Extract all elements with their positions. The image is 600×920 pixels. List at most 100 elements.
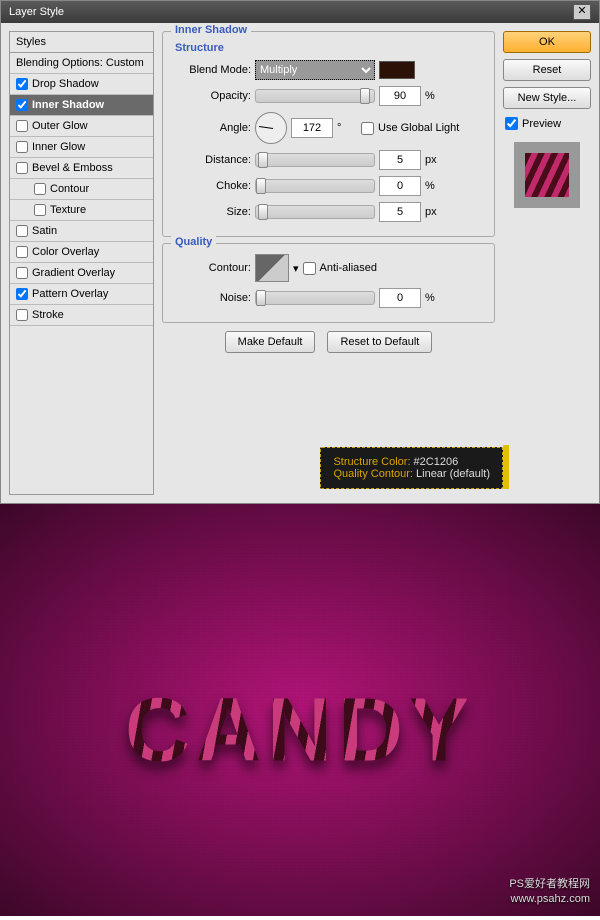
contour-picker[interactable] xyxy=(255,254,289,282)
style-label: Stroke xyxy=(32,309,64,321)
style-label: Bevel & Emboss xyxy=(32,162,113,174)
tooltip-tab xyxy=(503,445,509,489)
style-checkbox[interactable] xyxy=(34,183,46,195)
opacity-input[interactable]: 90 xyxy=(379,86,421,106)
style-checkbox[interactable] xyxy=(34,204,46,216)
layer-style-dialog: Layer Style ✕ Styles Blending Options: C… xyxy=(0,0,600,504)
action-panel: OK Reset New Style... Preview xyxy=(503,31,591,495)
annotation-tooltip: Structure Color: #2C1206 Quality Contour… xyxy=(320,447,503,489)
candy-text: CANDY xyxy=(125,679,475,782)
blend-mode-label: Blend Mode: xyxy=(171,64,251,76)
styles-row-outer-glow[interactable]: Outer Glow xyxy=(10,116,153,137)
size-unit: px xyxy=(425,206,445,218)
distance-unit: px xyxy=(425,154,445,166)
quality-fieldset: Quality Contour: ▾ Anti-aliased Noise: 0… xyxy=(162,243,495,323)
styles-row-color-overlay[interactable]: Color Overlay xyxy=(10,242,153,263)
watermark: PS爱好者教程网 www.psahz.com xyxy=(509,877,590,906)
noise-slider[interactable] xyxy=(255,291,375,305)
choke-label: Choke: xyxy=(171,180,251,192)
styles-row-stroke[interactable]: Stroke xyxy=(10,305,153,326)
use-global-light-checkbox[interactable] xyxy=(361,122,374,135)
styles-row-bevel-emboss[interactable]: Bevel & Emboss xyxy=(10,158,153,179)
contour-row: Contour: ▾ Anti-aliased xyxy=(171,254,486,282)
preview-checkbox[interactable] xyxy=(505,117,518,130)
style-checkbox[interactable] xyxy=(16,99,28,111)
styles-row-gradient-overlay[interactable]: Gradient Overlay xyxy=(10,263,153,284)
style-checkbox[interactable] xyxy=(16,78,28,90)
preview-toggle[interactable]: Preview xyxy=(503,115,591,132)
new-style-button[interactable]: New Style... xyxy=(503,87,591,109)
noise-input[interactable]: 0 xyxy=(379,288,421,308)
style-checkbox[interactable] xyxy=(16,267,28,279)
angle-label: Angle: xyxy=(171,122,251,134)
panel-heading: Inner Shadow xyxy=(171,24,251,36)
choke-unit: % xyxy=(425,180,445,192)
style-label: Texture xyxy=(50,204,86,216)
preview-label: Preview xyxy=(522,118,561,130)
styles-row-pattern-overlay[interactable]: Pattern Overlay xyxy=(10,284,153,305)
settings-panel: Inner Shadow Structure Blend Mode: Multi… xyxy=(162,31,495,495)
distance-slider[interactable] xyxy=(255,153,375,167)
shadow-color-swatch[interactable] xyxy=(379,61,415,79)
contour-dropdown-icon[interactable]: ▾ xyxy=(293,262,299,275)
style-label: Contour xyxy=(50,183,89,195)
window-title: Layer Style xyxy=(9,6,64,18)
choke-input[interactable]: 0 xyxy=(379,176,421,196)
style-checkbox[interactable] xyxy=(16,141,28,153)
style-label: Inner Shadow xyxy=(32,99,104,111)
angle-row: Angle: 172 ° Use Global Light xyxy=(171,112,486,144)
preview-box xyxy=(514,142,580,208)
noise-unit: % xyxy=(425,292,445,304)
antialiased-checkbox[interactable] xyxy=(303,262,316,275)
style-checkbox[interactable] xyxy=(16,225,28,237)
quality-subtitle: Quality xyxy=(171,236,216,248)
titlebar[interactable]: Layer Style ✕ xyxy=(1,1,599,23)
reset-button[interactable]: Reset xyxy=(503,59,591,81)
distance-label: Distance: xyxy=(171,154,251,166)
style-label: Outer Glow xyxy=(32,120,88,132)
style-checkbox[interactable] xyxy=(16,309,28,321)
reset-default-button[interactable]: Reset to Default xyxy=(327,331,432,353)
style-label: Color Overlay xyxy=(32,246,99,258)
blend-mode-select[interactable]: Multiply xyxy=(255,60,375,80)
dialog-body: Styles Blending Options: Custom Drop Sha… xyxy=(1,23,599,503)
close-button[interactable]: ✕ xyxy=(573,4,591,20)
size-label: Size: xyxy=(171,206,251,218)
style-checkbox[interactable] xyxy=(16,288,28,300)
noise-label: Noise: xyxy=(171,292,251,304)
size-input[interactable]: 5 xyxy=(379,202,421,222)
preview-swatch xyxy=(525,153,569,197)
style-label: Pattern Overlay xyxy=(32,288,108,300)
styles-header[interactable]: Styles xyxy=(10,32,153,53)
angle-input[interactable]: 172 xyxy=(291,118,333,138)
blend-mode-row: Blend Mode: Multiply xyxy=(171,60,486,80)
ok-button[interactable]: OK xyxy=(503,31,591,53)
use-global-light-label: Use Global Light xyxy=(378,122,459,134)
opacity-slider[interactable] xyxy=(255,89,375,103)
blending-options-row[interactable]: Blending Options: Custom xyxy=(10,53,153,74)
choke-slider[interactable] xyxy=(255,179,375,193)
styles-list-panel: Styles Blending Options: Custom Drop Sha… xyxy=(9,31,154,495)
styles-row-inner-glow[interactable]: Inner Glow xyxy=(10,137,153,158)
noise-row: Noise: 0 % xyxy=(171,288,486,308)
styles-row-contour[interactable]: Contour xyxy=(10,179,153,200)
style-label: Satin xyxy=(32,225,57,237)
styles-row-inner-shadow[interactable]: Inner Shadow xyxy=(10,95,153,116)
size-row: Size: 5 px xyxy=(171,202,486,222)
style-checkbox[interactable] xyxy=(16,162,28,174)
styles-row-drop-shadow[interactable]: Drop Shadow xyxy=(10,74,153,95)
opacity-unit: % xyxy=(425,90,445,102)
size-slider[interactable] xyxy=(255,205,375,219)
choke-row: Choke: 0 % xyxy=(171,176,486,196)
styles-row-satin[interactable]: Satin xyxy=(10,221,153,242)
style-label: Gradient Overlay xyxy=(32,267,115,279)
distance-input[interactable]: 5 xyxy=(379,150,421,170)
style-checkbox[interactable] xyxy=(16,120,28,132)
make-default-button[interactable]: Make Default xyxy=(225,331,316,353)
opacity-label: Opacity: xyxy=(171,90,251,102)
angle-unit: ° xyxy=(337,122,357,134)
styles-row-texture[interactable]: Texture xyxy=(10,200,153,221)
style-checkbox[interactable] xyxy=(16,246,28,258)
angle-dial[interactable] xyxy=(255,112,287,144)
distance-row: Distance: 5 px xyxy=(171,150,486,170)
